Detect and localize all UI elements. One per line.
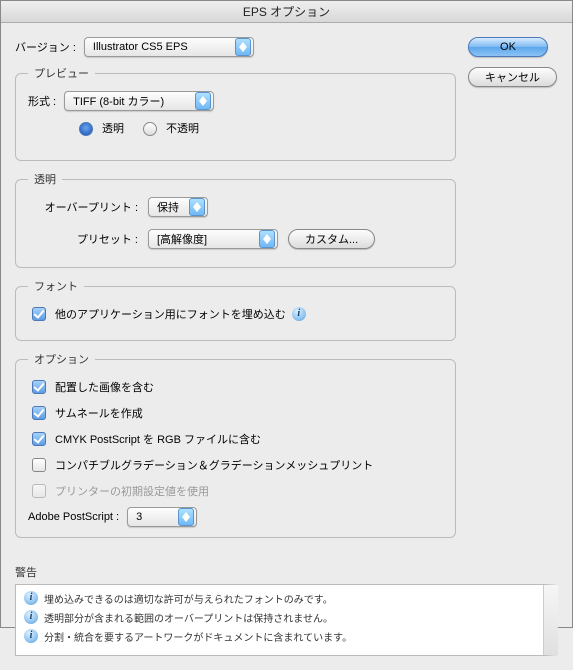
warning-item: i 埋め込みできるのは適切な許可が与えられたフォントのみです。 bbox=[24, 591, 536, 606]
preview-group: プレビュー 形式 : TIFF (8-bit カラー) bbox=[15, 65, 456, 161]
cancel-button-label: キャンセル bbox=[485, 69, 540, 85]
warning-item: i 分割・統合を要するアートワークがドキュメントに含まれています。 bbox=[24, 629, 536, 644]
warning-text: 埋め込みできるのは適切な許可が与えられたフォントのみです。 bbox=[44, 591, 333, 606]
postscript-select[interactable]: 3 bbox=[127, 507, 197, 527]
embed-fonts-checkbox[interactable] bbox=[32, 307, 46, 321]
include-images-checkbox[interactable] bbox=[32, 380, 46, 394]
warnings-box: i 埋め込みできるのは適切な許可が与えられたフォントのみです。 i 透明部分が含… bbox=[15, 584, 558, 656]
overprint-select[interactable]: 保持 bbox=[148, 197, 208, 217]
updown-arrows-icon bbox=[189, 198, 205, 216]
transparency-legend: 透明 bbox=[28, 171, 62, 187]
warning-text: 透明部分が含まれる範囲のオーバープリントは保持されません。 bbox=[44, 610, 333, 625]
overprint-label: オーバープリント : bbox=[28, 199, 138, 215]
printer-defaults-label: プリンターの初期設定値を使用 bbox=[55, 483, 209, 499]
preset-select[interactable]: [高解像度] bbox=[148, 229, 278, 249]
thumbnails-row[interactable]: サムネールを作成 bbox=[28, 403, 443, 423]
preview-legend: プレビュー bbox=[28, 65, 95, 81]
radio-opaque[interactable]: 不透明 bbox=[138, 119, 199, 136]
cmyk-rgb-label: CMYK PostScript を RGB ファイルに含む bbox=[55, 431, 261, 447]
postscript-select-value: 3 bbox=[136, 511, 142, 523]
fonts-legend: フォント bbox=[28, 278, 84, 294]
info-icon: i bbox=[24, 610, 38, 624]
transparency-group: 透明 オーバープリント : 保持 プリセット : bbox=[15, 171, 456, 268]
printer-defaults-checkbox bbox=[32, 484, 46, 498]
transparent-radio-label: 透明 bbox=[102, 120, 124, 136]
updown-arrows-icon bbox=[235, 38, 251, 56]
opaque-radio-label: 不透明 bbox=[166, 120, 199, 136]
cmyk-rgb-checkbox[interactable] bbox=[32, 432, 46, 446]
eps-options-dialog: EPS オプション バージョン : Illustrator CS5 EPS プレ… bbox=[0, 0, 573, 628]
opaque-radio-input[interactable] bbox=[143, 122, 157, 136]
custom-button[interactable]: カスタム... bbox=[288, 229, 375, 249]
thumbnails-label: サムネールを作成 bbox=[55, 405, 143, 421]
info-icon: i bbox=[24, 629, 38, 643]
updown-arrows-icon bbox=[178, 508, 194, 526]
warning-item: i 透明部分が含まれる範囲のオーバープリントは保持されません。 bbox=[24, 610, 536, 625]
format-select-value: TIFF (8-bit カラー) bbox=[73, 93, 164, 109]
ok-button[interactable]: OK bbox=[468, 37, 548, 57]
preset-select-value: [高解像度] bbox=[157, 231, 207, 247]
fonts-group: フォント 他のアプリケーション用にフォントを埋め込む i bbox=[15, 278, 456, 341]
radio-transparent[interactable]: 透明 bbox=[74, 119, 124, 136]
custom-button-label: カスタム... bbox=[305, 231, 358, 247]
version-select[interactable]: Illustrator CS5 EPS bbox=[84, 37, 254, 57]
cancel-button[interactable]: キャンセル bbox=[468, 67, 557, 87]
window-title: EPS オプション bbox=[243, 5, 330, 19]
format-select[interactable]: TIFF (8-bit カラー) bbox=[64, 91, 214, 111]
include-images-row[interactable]: 配置した画像を含む bbox=[28, 377, 443, 397]
printer-defaults-row: プリンターの初期設定値を使用 bbox=[28, 481, 443, 501]
transparent-radio-input[interactable] bbox=[79, 122, 93, 136]
options-legend: オプション bbox=[28, 351, 95, 367]
title-bar: EPS オプション bbox=[1, 1, 572, 23]
thumbnails-checkbox[interactable] bbox=[32, 406, 46, 420]
version-label: バージョン : bbox=[15, 39, 76, 55]
cmyk-rgb-row[interactable]: CMYK PostScript を RGB ファイルに含む bbox=[28, 429, 443, 449]
ok-button-label: OK bbox=[500, 41, 516, 53]
info-icon[interactable]: i bbox=[292, 307, 306, 321]
updown-arrows-icon bbox=[195, 92, 211, 110]
compat-grad-checkbox[interactable] bbox=[32, 458, 46, 472]
embed-fonts-row[interactable]: 他のアプリケーション用にフォントを埋め込む i bbox=[28, 304, 443, 324]
info-icon: i bbox=[24, 591, 38, 605]
options-group: オプション 配置した画像を含む サムネールを作成 CMYK PostScript… bbox=[15, 351, 456, 538]
embed-fonts-label: 他のアプリケーション用にフォントを埋め込む bbox=[55, 306, 286, 322]
compat-grad-label: コンパチブルグラデーション＆グラデーションメッシュプリント bbox=[55, 457, 373, 473]
compat-grad-row[interactable]: コンパチブルグラデーション＆グラデーションメッシュプリント bbox=[28, 455, 443, 475]
preset-label: プリセット : bbox=[28, 231, 138, 247]
overprint-select-value: 保持 bbox=[157, 199, 179, 215]
postscript-label: Adobe PostScript : bbox=[28, 511, 119, 523]
include-images-label: 配置した画像を含む bbox=[55, 379, 154, 395]
format-label: 形式 : bbox=[28, 93, 56, 109]
warnings-label: 警告 bbox=[15, 564, 558, 580]
updown-arrows-icon bbox=[259, 230, 275, 248]
warning-text: 分割・統合を要するアートワークがドキュメントに含まれています。 bbox=[44, 629, 352, 644]
version-select-value: Illustrator CS5 EPS bbox=[93, 41, 188, 53]
